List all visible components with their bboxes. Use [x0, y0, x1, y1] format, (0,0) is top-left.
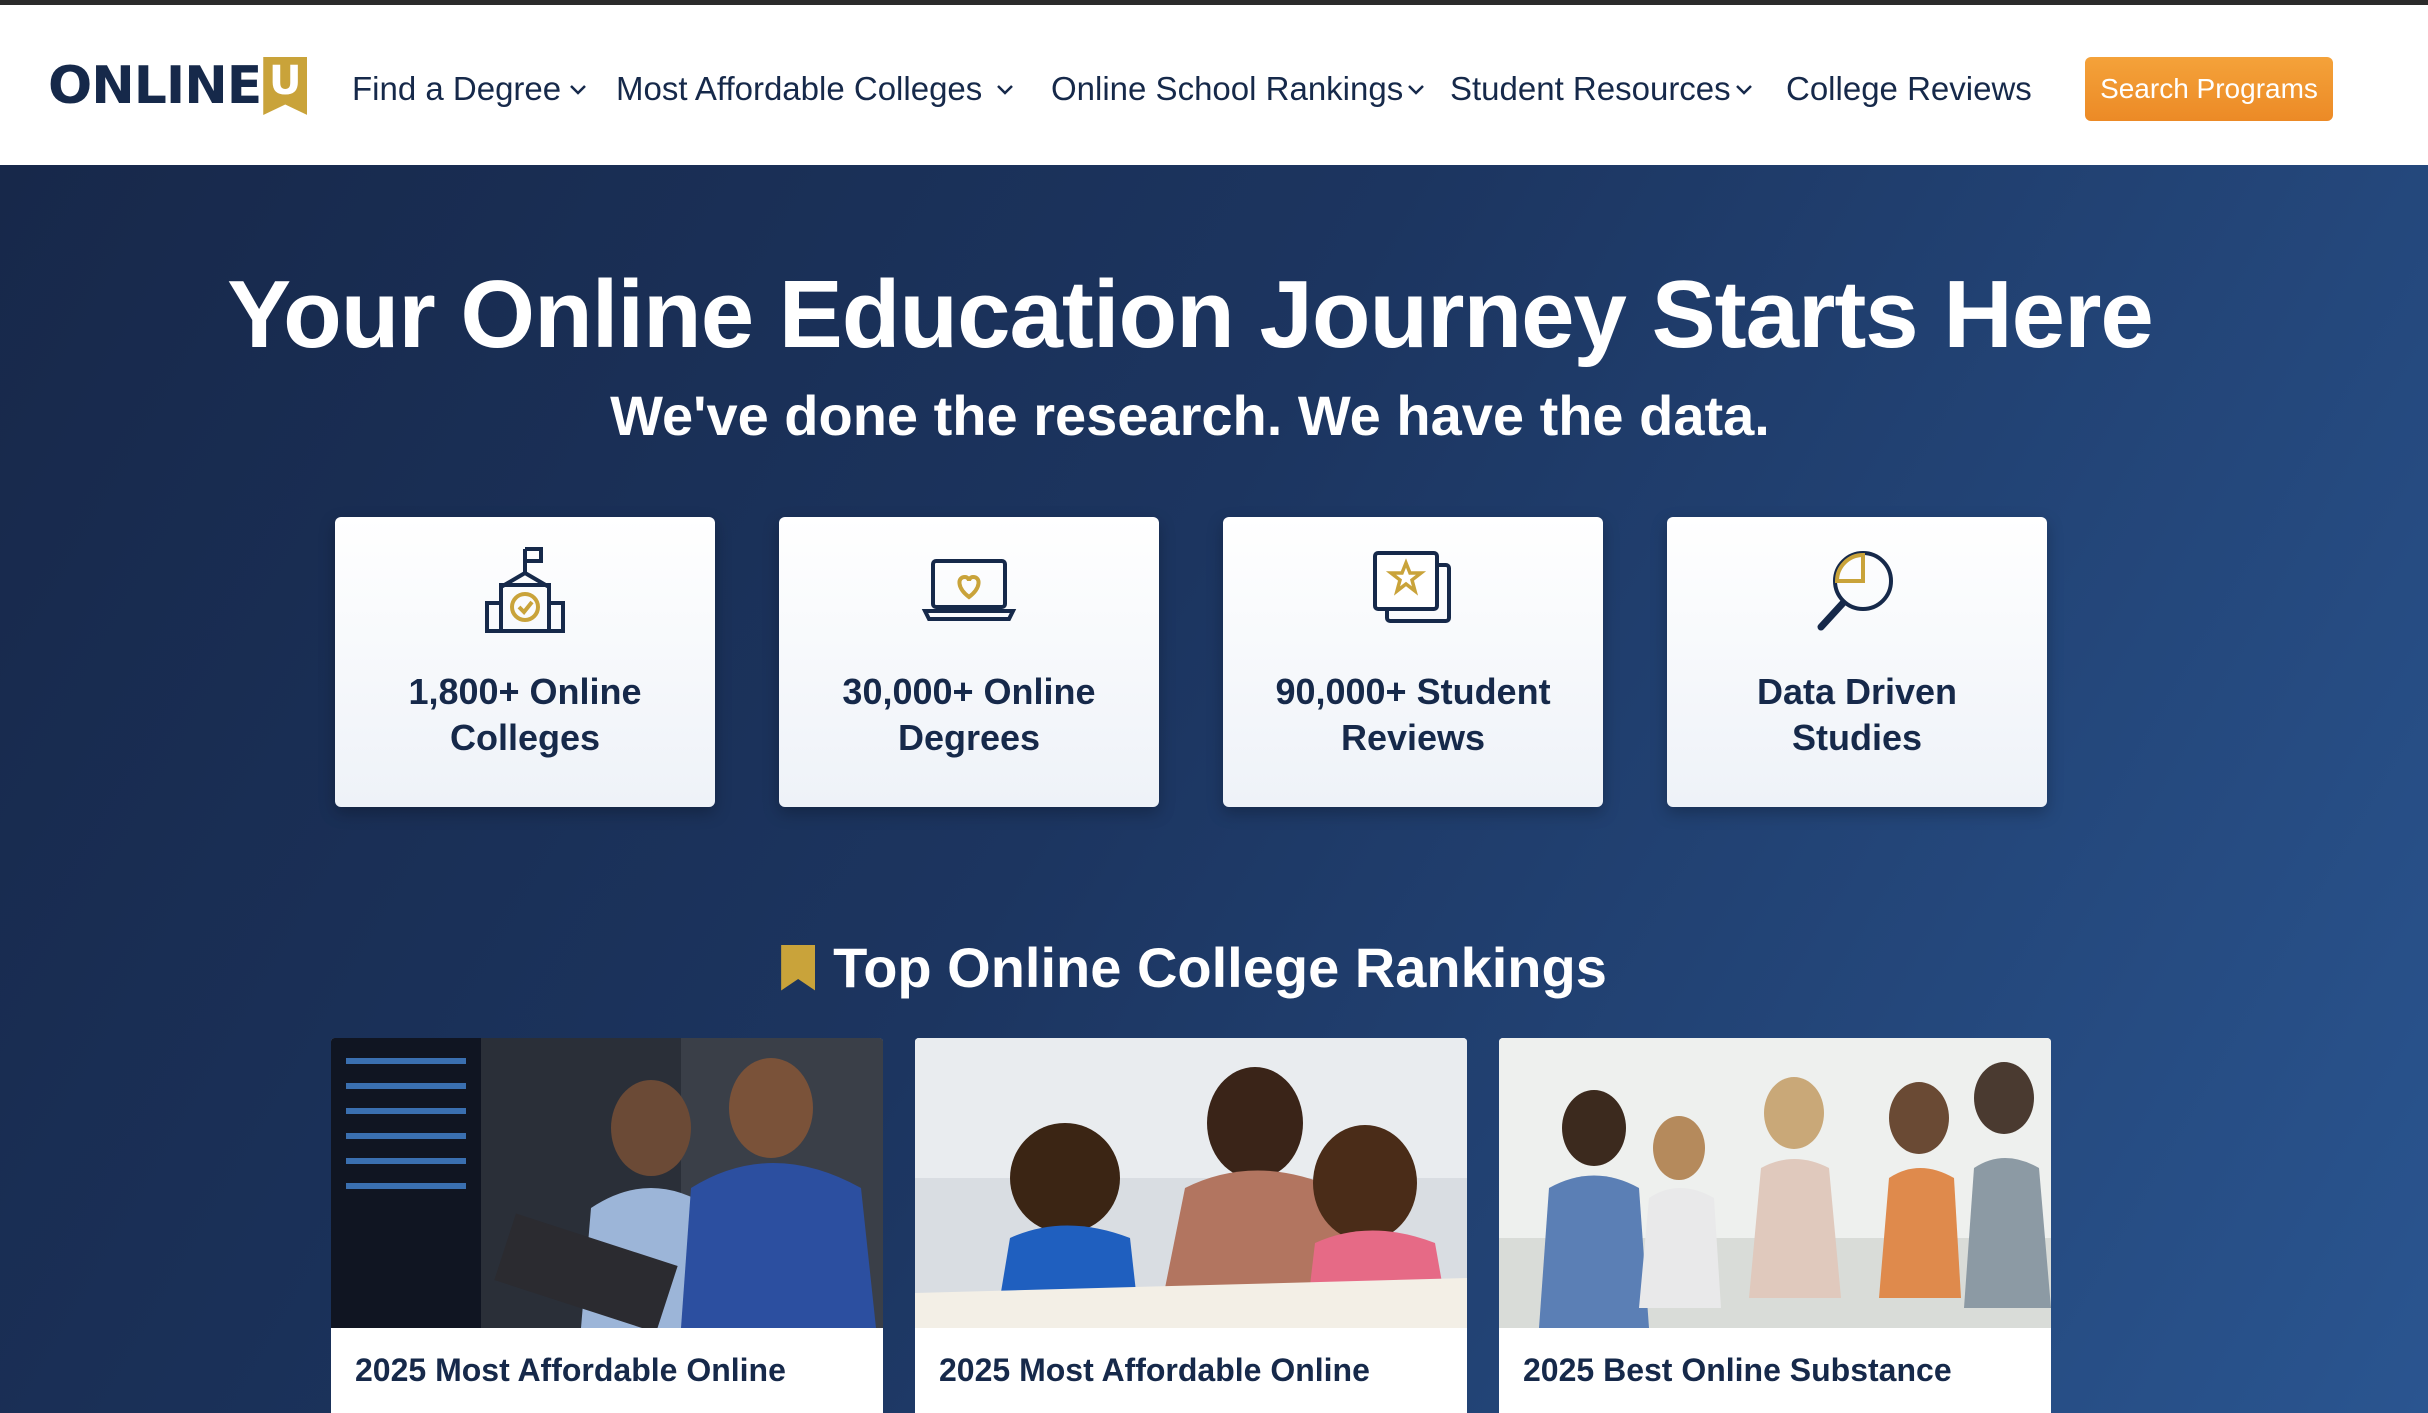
stat-label: Data Driven Studies — [1756, 671, 1958, 758]
nav-find-a-degree[interactable]: Find a Degree — [352, 67, 589, 111]
nav-student-resources[interactable]: Student Resources — [1450, 67, 1755, 111]
nav-most-affordable-colleges[interactable]: Most Affordable Colleges — [616, 67, 1016, 111]
hero-section: Your Online Education Journey Starts Her… — [0, 165, 2428, 1413]
hero-subtitle: We've done the research. We have the dat… — [610, 384, 1770, 447]
stat-card-studies[interactable]: Data Driven Studies — [1667, 517, 2047, 807]
hero-title: Your Online Education Journey Starts Her… — [227, 261, 2154, 368]
site-header: ONLINE U Find a Degree Most Affordable C… — [0, 5, 2428, 165]
stat-label: 1,800+ Online Colleges — [408, 671, 642, 758]
logo-text: ONLINE — [48, 56, 262, 116]
chevron-down-icon — [1735, 85, 1752, 95]
ranking-card-title: 2025 Most Affordable Online — [355, 1352, 786, 1388]
ranking-card-title: 2025 Best Online Substance — [1523, 1352, 1952, 1388]
onlineu-logo[interactable]: ONLINE U — [48, 55, 308, 117]
magnifier-chart-icon — [1817, 551, 1893, 631]
stat-card-colleges[interactable]: 1,800+ Online Colleges — [335, 517, 715, 807]
stat-card-degrees[interactable]: 30,000+ Online Degrees — [779, 517, 1159, 807]
search-programs-button[interactable]: Search Programs — [2085, 57, 2333, 121]
chevron-down-icon — [570, 85, 587, 95]
stat-card-reviews[interactable]: 90,000+ Student Reviews — [1223, 517, 1603, 807]
ranking-card[interactable]: 2025 Most Affordable Online — [331, 1038, 883, 1413]
star-review-icon — [1373, 551, 1451, 623]
nav-college-reviews[interactable]: College Reviews — [1786, 67, 2032, 111]
chevron-down-icon — [997, 85, 1014, 95]
stat-label: 30,000+ Online Degrees — [842, 671, 1096, 758]
ranking-card[interactable]: 2025 Most Affordable Online — [915, 1038, 1467, 1413]
nav-online-school-rankings[interactable]: Online School Rankings — [1051, 67, 1427, 111]
bookmark-icon — [781, 944, 816, 991]
photo-it-professionals-server-room — [331, 1038, 883, 1328]
rankings-heading: Top Online College Rankings — [0, 935, 2388, 1000]
ranking-card-title: 2025 Most Affordable Online — [939, 1352, 1370, 1388]
photo-group-therapy-circle — [1499, 1038, 2051, 1328]
chevron-down-icon — [1408, 85, 1425, 95]
logo-badge: U — [263, 57, 308, 115]
photo-teacher-with-children-classroom — [915, 1038, 1467, 1328]
stat-label: 90,000+ Student Reviews — [1275, 671, 1551, 758]
ranking-card[interactable]: 2025 Best Online Substance — [1499, 1038, 2051, 1413]
laptop-heart-icon — [921, 559, 1017, 621]
school-icon — [485, 547, 565, 633]
